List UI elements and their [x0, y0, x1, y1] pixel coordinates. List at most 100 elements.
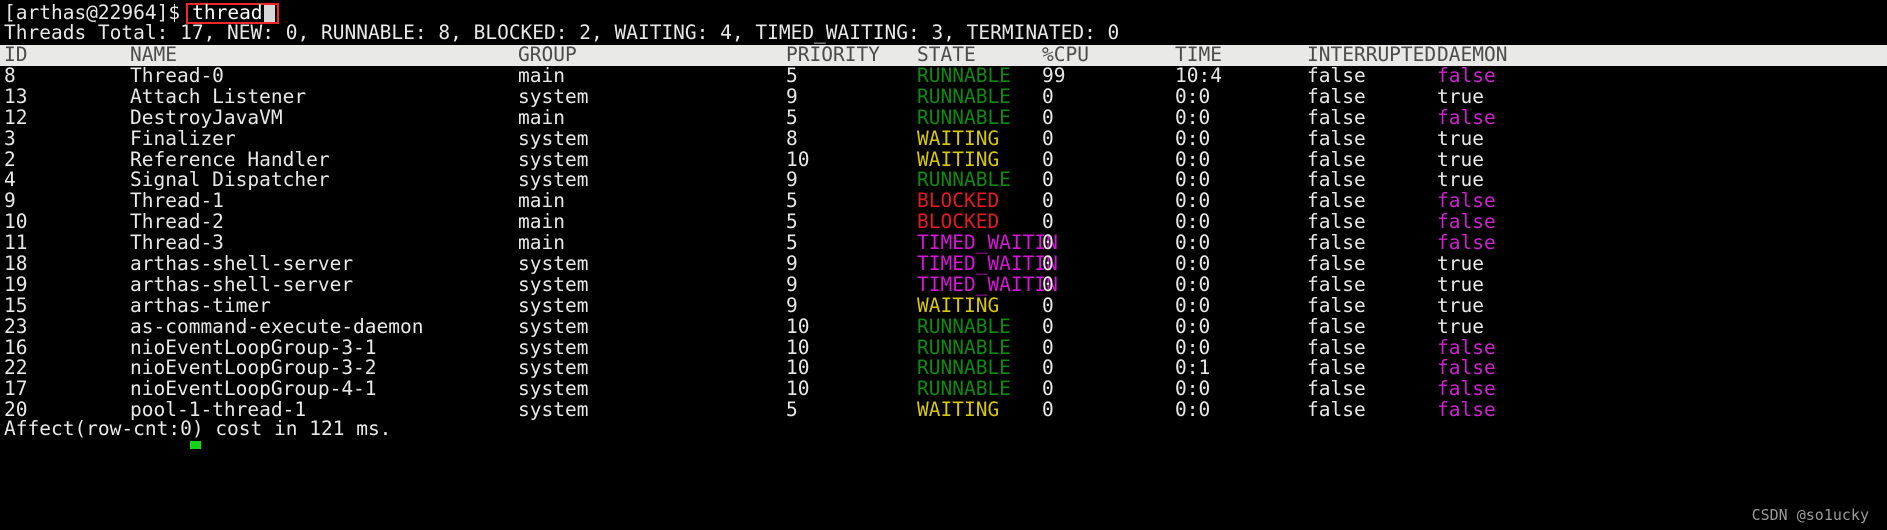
cell-interrupted: false [1307, 170, 1366, 192]
cell-priority: 9 [786, 254, 798, 275]
cell-daemon: true [1437, 316, 1484, 338]
table-row[interactable]: 9 Thread-1 main 5 BLOCKED 0 0:0 false false [0, 191, 1887, 212]
cell-daemon: true [1437, 274, 1484, 296]
cell-thread-group: system [518, 149, 589, 171]
column-header-group: GROUP [518, 45, 577, 66]
cell-thread-group: main [518, 66, 565, 87]
cell-thread-group: system [518, 254, 589, 275]
cell-thread-name: Thread-1 [130, 191, 224, 213]
table-row[interactable]: 23 as-command-execute-daemon system 10 RUNNA… [0, 317, 1887, 338]
cell-daemon: false [1437, 107, 1496, 129]
cell-interrupted: false [1307, 149, 1366, 171]
cell-state: TIMED_WAITIN [917, 233, 1058, 255]
cell-interrupted: false [1307, 233, 1366, 255]
cell-priority: 10 [786, 337, 810, 359]
cell-state: TIMED_WAITIN [917, 254, 1058, 275]
cell-state: RUNNABLE [917, 86, 1011, 108]
cell-thread-id: 4 [4, 170, 16, 192]
cell-thread-name: Reference Handler [130, 149, 330, 171]
cell-cpu: 0 [1042, 233, 1054, 255]
table-row[interactable]: 18 arthas-shell-server system 9 TIMED_WAITIN… [0, 254, 1887, 275]
cell-cpu: 0 [1042, 86, 1054, 108]
cell-interrupted: false [1307, 66, 1366, 87]
cell-cpu: 0 [1042, 149, 1054, 171]
table-row[interactable]: 13 Attach Listener system 9 RUNNABLE 0 0:0 fals… [0, 87, 1887, 108]
table-row[interactable]: 11 Thread-3 main 5 TIMED_WAITIN 0 0:0 false fals… [0, 233, 1887, 254]
cell-daemon: false [1437, 233, 1496, 255]
cell-daemon: true [1437, 86, 1484, 108]
cell-interrupted: false [1307, 128, 1366, 150]
cell-thread-name: arthas-shell-server [130, 274, 354, 296]
table-row[interactable]: 2 Reference Handler system 10 WAITING 0 0:0 fal… [0, 150, 1887, 171]
cell-cpu: 0 [1042, 358, 1054, 380]
cell-state: RUNNABLE [917, 316, 1011, 338]
cell-thread-id: 12 [4, 107, 28, 129]
threads-summary-line: Threads Total: 17, NEW: 0, RUNNABLE: 8, … [4, 21, 1120, 44]
cell-priority: 5 [786, 212, 798, 234]
cell-time: 0:0 [1175, 149, 1211, 171]
cell-thread-id: 23 [4, 316, 28, 338]
table-body: 8 Thread-0 main 5 RUNNABLE 99 10:4 false false 13… [0, 66, 1887, 421]
threads-table: ID NAME GROUP PRIORITY STATE %CPU TIME I… [0, 45, 1887, 421]
cell-thread-id: 19 [4, 274, 28, 296]
table-row[interactable]: 15 arthas-timer system 9 WAITING 0 0:0 false tru… [0, 296, 1887, 317]
cell-priority: 10 [786, 316, 810, 338]
cell-cpu: 0 [1042, 107, 1054, 129]
cell-thread-id: 8 [4, 66, 16, 87]
cell-time: 0:0 [1175, 86, 1211, 108]
cell-thread-group: main [518, 212, 565, 234]
table-row[interactable]: 19 arthas-shell-server system 9 TIMED_WAITIN… [0, 275, 1887, 296]
cell-daemon: true [1437, 128, 1484, 150]
cell-time: 0:0 [1175, 274, 1211, 296]
cell-interrupted: false [1307, 379, 1366, 401]
cell-interrupted: false [1307, 191, 1366, 213]
column-header-state: STATE [917, 45, 976, 66]
column-header-daemon: DAEMON [1437, 45, 1508, 66]
table-row[interactable]: 10 Thread-2 main 5 BLOCKED 0 0:0 false false [0, 212, 1887, 233]
cell-priority: 9 [786, 274, 798, 296]
cell-time: 0:0 [1175, 316, 1211, 338]
cell-daemon: true [1437, 254, 1484, 275]
cell-daemon: false [1437, 379, 1496, 401]
cell-thread-name: Finalizer [130, 128, 236, 150]
cell-interrupted: false [1307, 316, 1366, 338]
table-row[interactable]: 8 Thread-0 main 5 RUNNABLE 99 10:4 false false [0, 66, 1887, 87]
cell-thread-group: system [518, 274, 589, 296]
cell-time: 0:0 [1175, 191, 1211, 213]
table-row[interactable]: 17 nioEventLoopGroup-4-1 system 10 RUNNABLE 0… [0, 379, 1887, 400]
cell-thread-group: main [518, 107, 565, 129]
cell-thread-name: arthas-shell-server [130, 254, 354, 275]
cell-daemon: false [1437, 337, 1496, 359]
cell-thread-group: system [518, 379, 589, 401]
cell-daemon: true [1437, 295, 1484, 317]
cell-thread-id: 11 [4, 233, 28, 255]
cell-priority: 5 [786, 107, 798, 129]
cell-thread-group: system [518, 295, 589, 317]
table-header-row: ID NAME GROUP PRIORITY STATE %CPU TIME I… [0, 45, 1887, 66]
cell-thread-group: system [518, 86, 589, 108]
cell-state: RUNNABLE [917, 379, 1011, 401]
cell-thread-name: Signal Dispatcher [130, 170, 330, 192]
cell-cpu: 0 [1042, 212, 1054, 234]
cell-time: 0:0 [1175, 170, 1211, 192]
table-row[interactable]: 4 Signal Dispatcher system 9 RUNNABLE 0 0:0 fal… [0, 170, 1887, 191]
cell-priority: 9 [786, 86, 798, 108]
cell-time: 0:0 [1175, 400, 1211, 422]
cell-priority: 5 [786, 191, 798, 213]
table-row[interactable]: 12 DestroyJavaVM main 5 RUNNABLE 0 0:0 false fal… [0, 108, 1887, 129]
cell-thread-id: 15 [4, 295, 28, 317]
table-row[interactable]: 22 nioEventLoopGroup-3-2 system 10 RUNNABLE 0… [0, 358, 1887, 379]
table-row[interactable]: 3 Finalizer system 8 WAITING 0 0:0 false true [0, 129, 1887, 150]
table-row[interactable]: 16 nioEventLoopGroup-3-1 system 10 RUNNABLE 0… [0, 338, 1887, 359]
cell-state: WAITING [917, 295, 1000, 317]
cell-priority: 5 [786, 66, 798, 87]
cell-thread-id: 16 [4, 337, 28, 359]
cell-thread-name: as-command-execute-daemon [130, 316, 424, 338]
cell-state: BLOCKED [917, 191, 1000, 213]
cell-thread-group: system [518, 128, 589, 150]
cell-state: WAITING [917, 400, 1000, 422]
cell-state: WAITING [917, 149, 1000, 171]
cell-time: 0:0 [1175, 254, 1211, 275]
cell-cpu: 0 [1042, 337, 1054, 359]
cell-thread-id: 22 [4, 358, 28, 380]
